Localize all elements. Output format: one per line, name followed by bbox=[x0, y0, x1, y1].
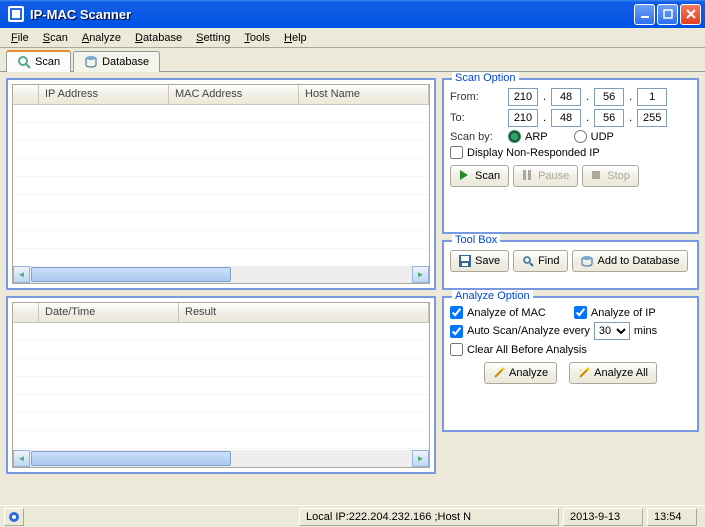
statusbar: Local IP:222.204.232.166 ;Host N 2013-9-… bbox=[0, 505, 705, 527]
analyze-option-group: Analyze Option Analyze of MAC Analyze of… bbox=[442, 296, 699, 432]
analyze-option-legend: Analyze Option bbox=[452, 290, 533, 302]
stop-icon bbox=[591, 170, 603, 182]
tab-scan[interactable]: Scan bbox=[6, 50, 71, 72]
analyze-results-panel: Date/Time Result ◄ ► bbox=[6, 296, 436, 474]
scan-option-group: Scan Option From: . . . To: . . . Scan b… bbox=[442, 78, 699, 234]
titlebar: IP-MAC Scanner bbox=[0, 0, 705, 28]
scan-results-grid[interactable]: IP Address MAC Address Host Name ◄ ► bbox=[12, 84, 430, 284]
menu-analyze[interactable]: Analyze bbox=[75, 30, 128, 46]
play-icon bbox=[459, 170, 471, 182]
analyze-grid-hscroll[interactable]: ◄ ► bbox=[13, 450, 429, 467]
col-result[interactable]: Result bbox=[179, 303, 429, 322]
close-button[interactable] bbox=[680, 4, 701, 25]
radio-arp[interactable] bbox=[508, 130, 521, 143]
radio-udp[interactable] bbox=[574, 130, 587, 143]
checkbox-clear-all[interactable] bbox=[450, 343, 463, 356]
clear-all-label: Clear All Before Analysis bbox=[467, 344, 587, 356]
menu-tools[interactable]: Tools bbox=[237, 30, 277, 46]
status-local-ip: Local IP:222.204.232.166 ;Host N bbox=[299, 508, 559, 526]
to-ip-2[interactable] bbox=[551, 109, 581, 127]
col-time[interactable]: Date/Time bbox=[39, 303, 179, 322]
tab-scan-label: Scan bbox=[35, 56, 60, 68]
status-time: 13:54 bbox=[647, 508, 697, 526]
udp-label: UDP bbox=[591, 131, 614, 143]
display-nr-label: Display Non-Responded IP bbox=[467, 147, 600, 159]
scan-grid-body[interactable] bbox=[13, 105, 429, 266]
scroll-left-arrow[interactable]: ◄ bbox=[13, 266, 30, 283]
arp-label: ARP bbox=[525, 131, 548, 143]
checkbox-analyze-mac[interactable] bbox=[450, 306, 463, 319]
from-ip-3[interactable] bbox=[594, 88, 624, 106]
analyze-all-button[interactable]: Analyze All bbox=[569, 362, 657, 384]
checkbox-auto-scan[interactable] bbox=[450, 325, 463, 338]
from-ip-2[interactable] bbox=[551, 88, 581, 106]
save-button[interactable]: Save bbox=[450, 250, 509, 272]
tab-database-label: Database bbox=[102, 56, 149, 68]
scan-grid-header: IP Address MAC Address Host Name bbox=[13, 85, 429, 105]
status-date: 2013-9-13 bbox=[563, 508, 643, 526]
from-label: From: bbox=[450, 91, 504, 103]
pause-button[interactable]: Pause bbox=[513, 165, 578, 187]
from-ip-1[interactable] bbox=[508, 88, 538, 106]
analyze-mac-label: Analyze of MAC bbox=[467, 307, 546, 319]
window-title: IP-MAC Scanner bbox=[28, 7, 632, 22]
app-icon bbox=[8, 6, 24, 22]
toolbox-legend: Tool Box bbox=[452, 234, 500, 246]
to-ip-3[interactable] bbox=[594, 109, 624, 127]
to-label: To: bbox=[450, 112, 504, 124]
scroll-right-arrow-2[interactable]: ► bbox=[412, 450, 429, 467]
scanby-label: Scan by: bbox=[450, 131, 504, 143]
to-ip-1[interactable] bbox=[508, 109, 538, 127]
find-button[interactable]: Find bbox=[513, 250, 568, 272]
scan-results-panel: IP Address MAC Address Host Name ◄ ► bbox=[6, 78, 436, 290]
status-icon bbox=[4, 508, 24, 526]
menu-help[interactable]: Help bbox=[277, 30, 314, 46]
scroll-thumb-2[interactable] bbox=[31, 451, 231, 466]
col-blank[interactable] bbox=[13, 85, 39, 104]
col-host[interactable]: Host Name bbox=[299, 85, 429, 104]
add-to-db-button[interactable]: Add to Database bbox=[572, 250, 688, 272]
col-mac[interactable]: MAC Address bbox=[169, 85, 299, 104]
auto-scan-pre-label: Auto Scan/Analyze every bbox=[467, 325, 590, 337]
menubar: File Scan Analyze Database Setting Tools… bbox=[0, 28, 705, 48]
scan-grid-hscroll[interactable]: ◄ ► bbox=[13, 266, 429, 283]
toolbox-group: Tool Box Save Find Add to Database bbox=[442, 240, 699, 290]
stop-button[interactable]: Stop bbox=[582, 165, 639, 187]
analyze-grid-body[interactable] bbox=[13, 323, 429, 450]
scroll-thumb[interactable] bbox=[31, 267, 231, 282]
analyze-results-grid[interactable]: Date/Time Result ◄ ► bbox=[12, 302, 430, 468]
tab-database[interactable]: Database bbox=[73, 51, 160, 72]
find-icon bbox=[522, 255, 534, 267]
scroll-right-arrow[interactable]: ► bbox=[412, 266, 429, 283]
analyze-grid-header: Date/Time Result bbox=[13, 303, 429, 323]
to-ip-4[interactable] bbox=[637, 109, 667, 127]
analyze-button[interactable]: Analyze bbox=[484, 362, 557, 384]
maximize-button[interactable] bbox=[657, 4, 678, 25]
scroll-left-arrow-2[interactable]: ◄ bbox=[13, 450, 30, 467]
tabstrip: Scan Database bbox=[0, 48, 705, 72]
from-ip-4[interactable] bbox=[637, 88, 667, 106]
scan-tab-icon bbox=[17, 55, 31, 69]
scan-button[interactable]: Scan bbox=[450, 165, 509, 187]
checkbox-display-nr[interactable] bbox=[450, 146, 463, 159]
interval-select[interactable]: 30 bbox=[594, 322, 630, 340]
save-icon bbox=[459, 255, 471, 267]
minimize-button[interactable] bbox=[634, 4, 655, 25]
pause-icon bbox=[522, 170, 534, 182]
col-ip[interactable]: IP Address bbox=[39, 85, 169, 104]
auto-scan-post-label: mins bbox=[634, 325, 657, 337]
col-blank2[interactable] bbox=[13, 303, 39, 322]
menu-setting[interactable]: Setting bbox=[189, 30, 237, 46]
checkbox-analyze-ip[interactable] bbox=[574, 306, 587, 319]
wand-icon bbox=[493, 367, 505, 379]
analyze-ip-label: Analyze of IP bbox=[591, 307, 656, 319]
menu-database[interactable]: Database bbox=[128, 30, 189, 46]
menu-scan[interactable]: Scan bbox=[36, 30, 75, 46]
menu-file[interactable]: File bbox=[4, 30, 36, 46]
database-add-icon bbox=[581, 255, 593, 267]
scan-option-legend: Scan Option bbox=[452, 72, 519, 84]
database-tab-icon bbox=[84, 55, 98, 69]
wand-all-icon bbox=[578, 367, 590, 379]
